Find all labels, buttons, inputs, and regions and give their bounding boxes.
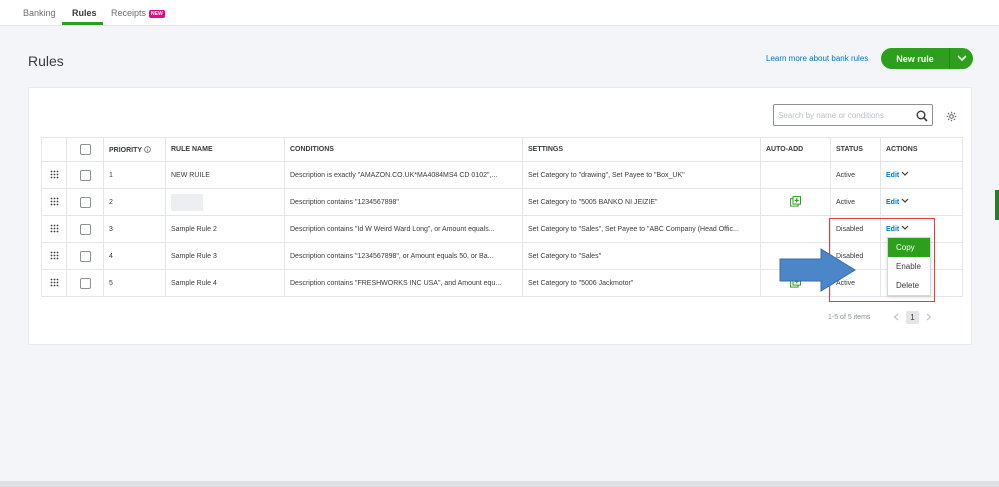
rule-name-cell: Sample Rule 2 [165, 215, 285, 243]
chevron-down-icon[interactable] [899, 198, 909, 206]
settings-cell: Set Category to "5005 BANKO NI JEIZIE" [522, 188, 761, 216]
drag-handle-cell[interactable] [41, 269, 67, 297]
settings-cell: Set Category to "drawing", Set Payee to … [522, 161, 761, 189]
conditions-cell: Description is exactly "AMAZON.CO.UK*MA4… [284, 161, 523, 189]
pagination-info: 1-5 of 5 items [828, 314, 871, 321]
select-cell [66, 188, 104, 216]
new-badge: NEW [149, 10, 165, 18]
current-page[interactable]: 1 [906, 311, 919, 324]
table-header-row: PRIORITY RULE NAME CONDITIONS SETTINGS A… [41, 137, 963, 162]
table-row: 1 NEW RUILE Description is exactly "AMAZON… [41, 161, 963, 189]
auto-add-cell [760, 215, 831, 243]
gear-icon[interactable] [946, 109, 957, 127]
conditions-cell: Description contains "Id W Weird Ward Lo… [284, 215, 523, 243]
chevron-down-icon[interactable] [950, 55, 973, 62]
settings-cell: Set Category to "Sales" [522, 242, 761, 270]
new-rule-button[interactable]: New rule [881, 48, 973, 69]
row-checkbox[interactable] [79, 169, 91, 181]
tab-rules[interactable]: Rules [72, 8, 97, 18]
drag-handle-icon[interactable] [50, 224, 59, 235]
conditions-header: CONDITIONS [284, 137, 523, 162]
tab-receipts-label: Receipts [111, 8, 147, 18]
top-tab-bar: Banking Rules Receipts NEW [0, 0, 999, 26]
menu-item-enable[interactable]: Enable [888, 257, 930, 276]
rule-name-cell: Sample Rule 4 [165, 269, 285, 297]
auto-add-icon [789, 195, 802, 209]
select-cell [66, 269, 104, 297]
auto-add-cell [760, 161, 831, 189]
table-row: 3 Sample Rule 2 Description contains "Id W… [41, 215, 963, 243]
auto-add-cell [760, 188, 831, 216]
drag-handle-cell[interactable] [41, 161, 67, 189]
drag-column-header [41, 137, 67, 162]
redacted-name-placeholder [171, 193, 203, 211]
prev-page-icon[interactable] [893, 313, 899, 323]
page-title: Rules [28, 53, 64, 69]
actions-cell: Edit [880, 188, 963, 216]
edit-link[interactable]: Edit [886, 199, 899, 206]
pagination: 1 [893, 311, 932, 324]
conditions-cell: Description contains "1234567898" [284, 188, 523, 216]
priority-cell: 1 [103, 161, 166, 189]
menu-item-copy[interactable]: Copy [888, 238, 930, 257]
background-window-edge [995, 190, 999, 220]
select-cell [66, 161, 104, 189]
taskbar-strip [0, 481, 999, 487]
priority-cell: 4 [103, 242, 166, 270]
actions-header: ACTIONS [880, 137, 963, 162]
rule-name-cell [165, 188, 285, 216]
priority-cell: 5 [103, 269, 166, 297]
priority-header[interactable]: PRIORITY [103, 137, 166, 162]
next-page-icon[interactable] [926, 313, 932, 323]
search-icon[interactable] [916, 109, 928, 127]
rule-name-cell: Sample Rule 3 [165, 242, 285, 270]
status-header[interactable]: STATUS [830, 137, 881, 162]
priority-cell: 2 [103, 188, 166, 216]
learn-more-link[interactable]: Learn more about bank rules [766, 54, 868, 63]
tab-receipts[interactable]: Receipts NEW [111, 8, 165, 18]
conditions-cell: Description contains "1234567898", or Am… [284, 242, 523, 270]
settings-cell: Set Category to "Sales", Set Payee to "A… [522, 215, 761, 243]
menu-item-delete[interactable]: Delete [888, 276, 930, 295]
conditions-cell: Description contains "FRESHWORKS INC USA… [284, 269, 523, 297]
actions-cell: Edit [880, 161, 963, 189]
select-all-checkbox[interactable] [79, 144, 91, 155]
status-cell: Active [830, 188, 881, 216]
row-checkbox[interactable] [79, 223, 91, 235]
drag-handle-cell[interactable] [41, 215, 67, 243]
info-icon[interactable] [144, 145, 151, 153]
priority-header-label: PRIORITY [109, 146, 142, 154]
settings-cell: Set Category to "5006 Jackmotor" [522, 269, 761, 297]
active-tab-indicator [62, 22, 103, 25]
drag-handle-icon[interactable] [50, 170, 59, 181]
tab-banking[interactable]: Banking [23, 8, 56, 18]
row-checkbox[interactable] [79, 196, 91, 208]
select-cell [66, 215, 104, 243]
drag-handle-cell[interactable] [41, 188, 67, 216]
edit-link[interactable]: Edit [886, 172, 899, 179]
annotation-arrow-icon [779, 248, 856, 292]
rules-card: PRIORITY RULE NAME CONDITIONS SETTINGS A… [28, 87, 972, 345]
new-rule-label[interactable]: New rule [881, 54, 949, 64]
rule-name-cell: NEW RUILE [165, 161, 285, 189]
select-all-cell [66, 137, 104, 162]
row-checkbox[interactable] [79, 277, 91, 289]
chevron-down-icon[interactable] [899, 171, 909, 179]
search-input[interactable] [778, 108, 913, 123]
drag-handle-icon[interactable] [50, 197, 59, 208]
priority-cell: 3 [103, 215, 166, 243]
row-checkbox[interactable] [79, 250, 91, 262]
drag-handle-icon[interactable] [50, 251, 59, 262]
settings-header: SETTINGS [522, 137, 761, 162]
drag-handle-cell[interactable] [41, 242, 67, 270]
drag-handle-icon[interactable] [50, 278, 59, 289]
status-cell: Active [830, 161, 881, 189]
rule-name-header[interactable]: RULE NAME [165, 137, 285, 162]
table-row: 2 Description contains "1234567898" Set Ca… [41, 188, 963, 216]
action-dropdown-menu: Copy Enable Delete [887, 237, 931, 296]
search-box [773, 104, 933, 126]
auto-add-header: AUTO-ADD [760, 137, 831, 162]
select-cell [66, 242, 104, 270]
